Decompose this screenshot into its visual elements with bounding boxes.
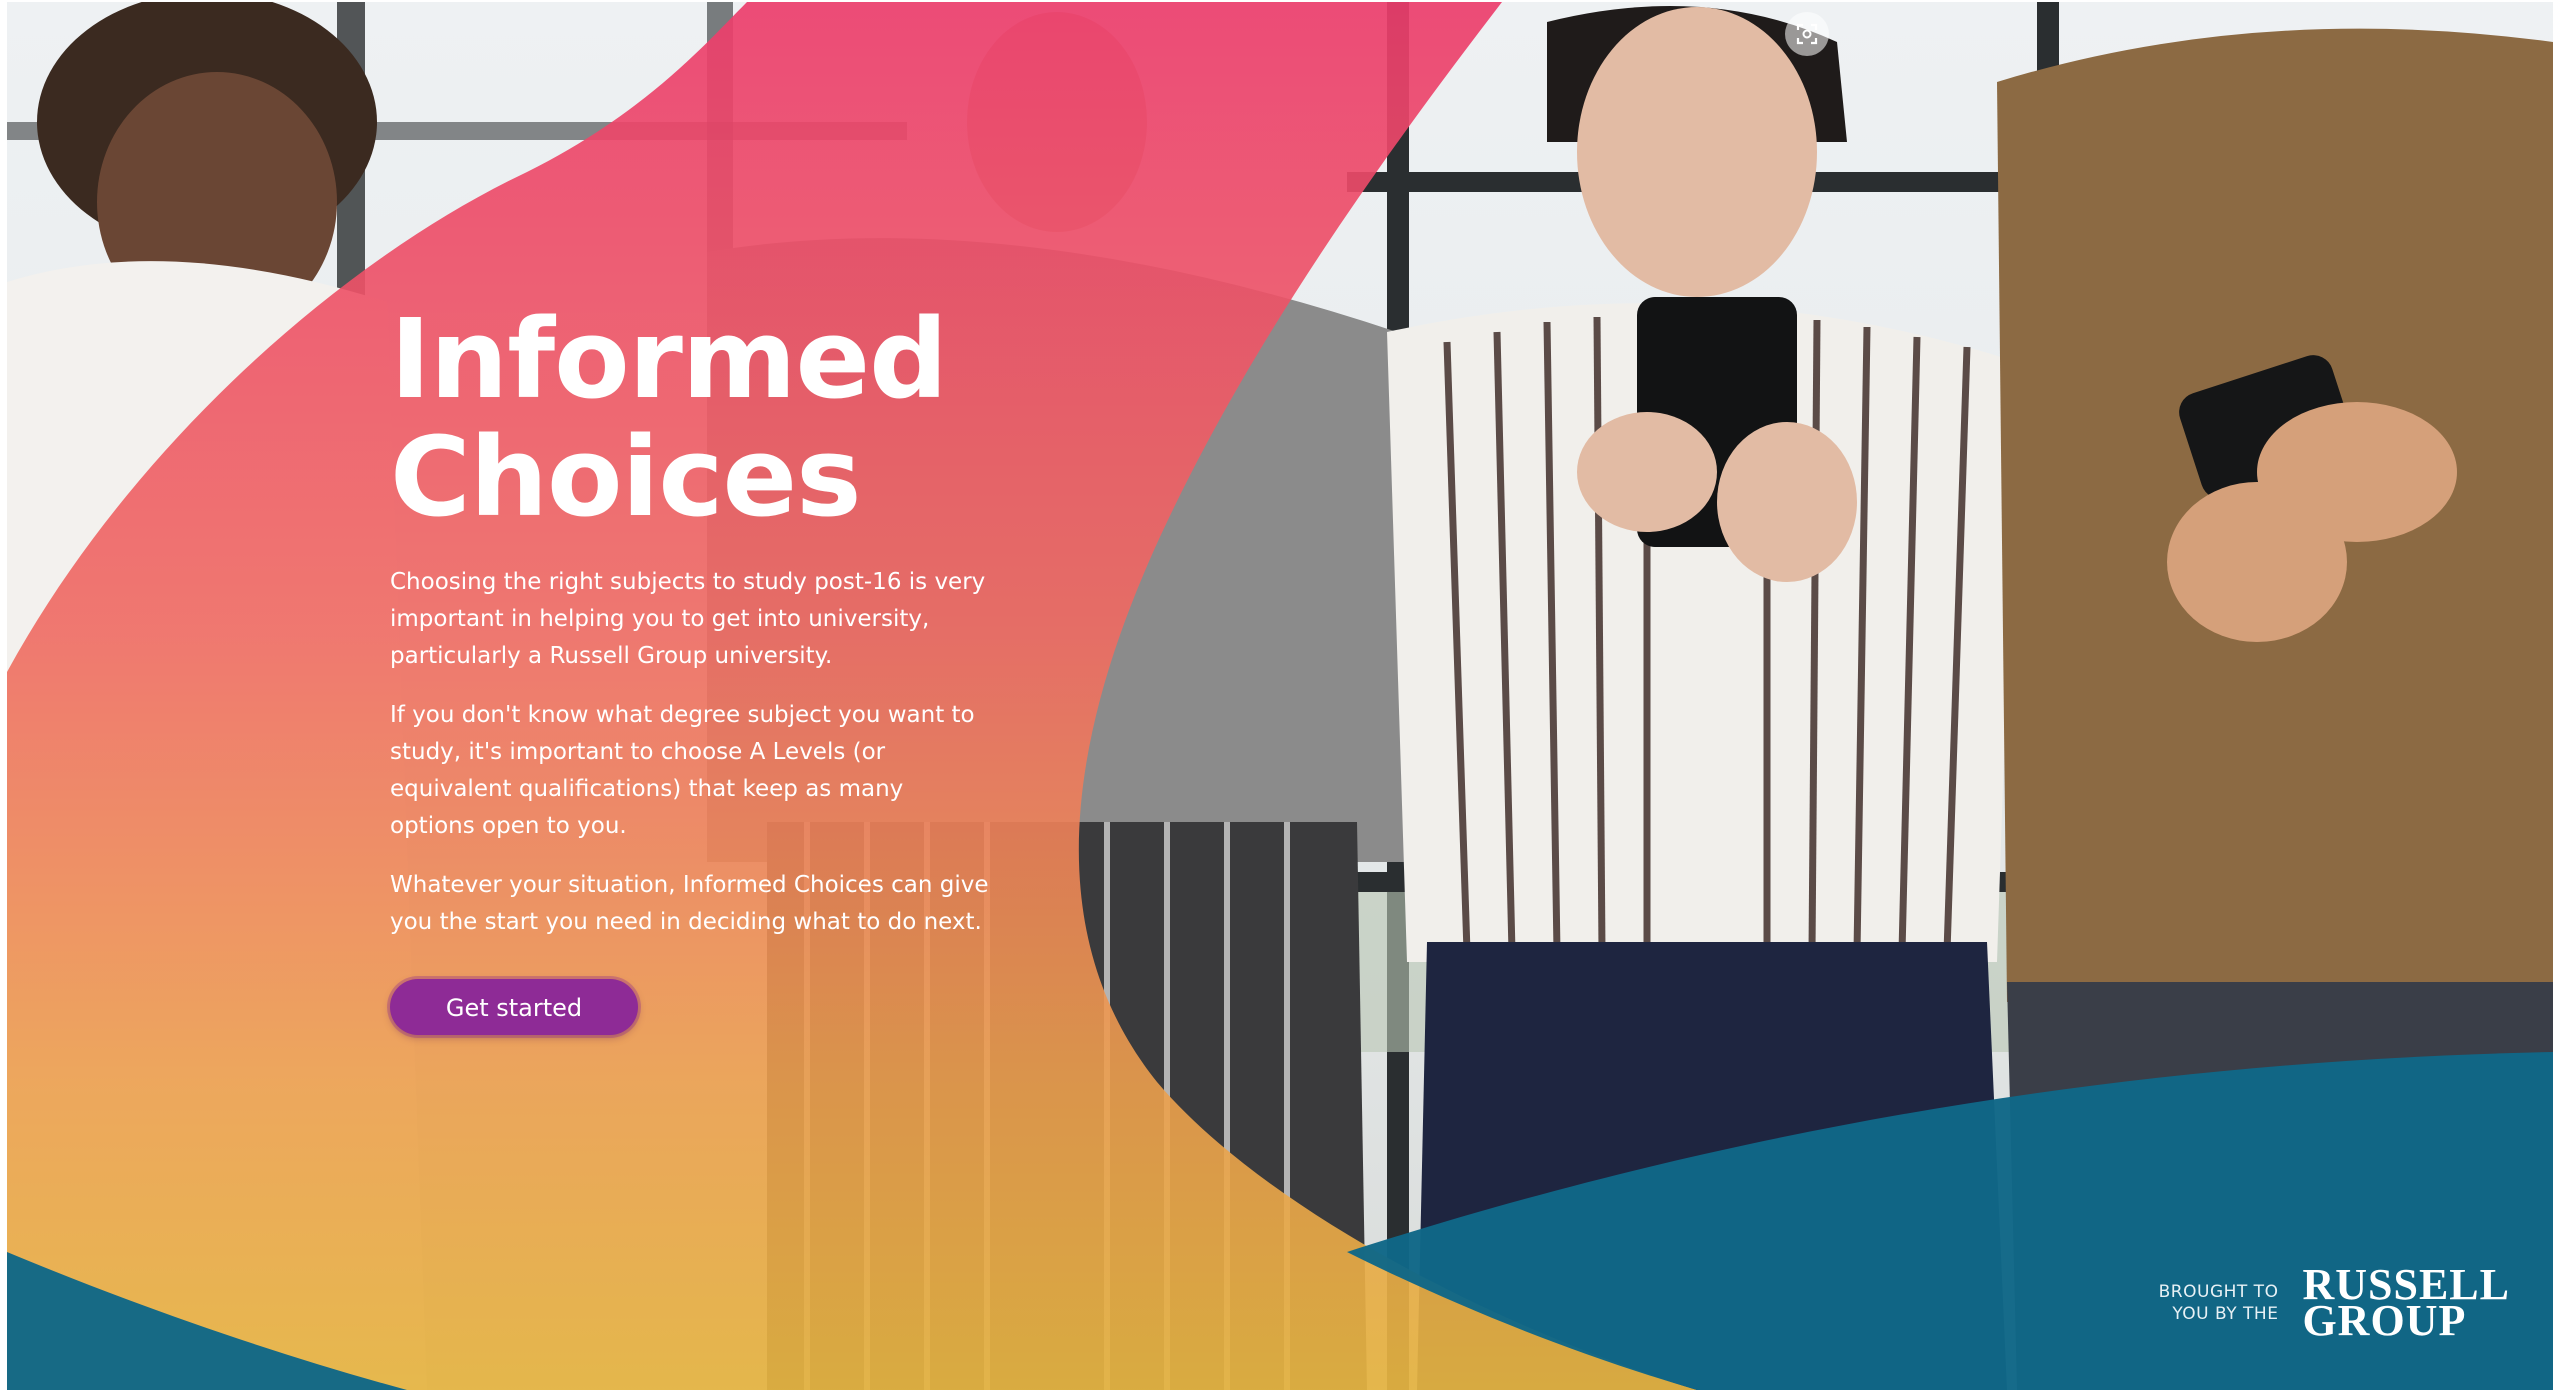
title-line-2: Choices [390,413,862,541]
intro-paragraph-2: If you don't know what degree subject yo… [390,702,975,839]
intro-paragraph-3: Whatever your situation, Informed Choice… [390,872,989,935]
russell-group-logo[interactable]: RUSSELL GROUP [2302,1263,2510,1343]
screen-capture-icon[interactable] [1785,12,1829,56]
brought-line-1: BROUGHT TO [2158,1282,2279,1302]
russell-group-branding: BROUGHT TO YOU BY THE RUSSELL GROUP [2159,1263,2510,1343]
hero-content: Informed Choices Choosing the right subj… [390,300,1010,1035]
brought-line-2: YOU BY THE [2172,1304,2279,1324]
page-title: Informed Choices [390,300,1010,536]
get-started-button[interactable]: Get started [390,979,638,1035]
intro-paragraph-1: Choosing the right subjects to study pos… [390,569,986,669]
brought-to-you-text: BROUGHT TO YOU BY THE [2159,1281,2279,1325]
landing-page: Informed Choices Choosing the right subj… [0,0,2560,1391]
brand-swoosh-overlay [7,2,2553,1390]
title-line-1: Informed [390,295,948,423]
